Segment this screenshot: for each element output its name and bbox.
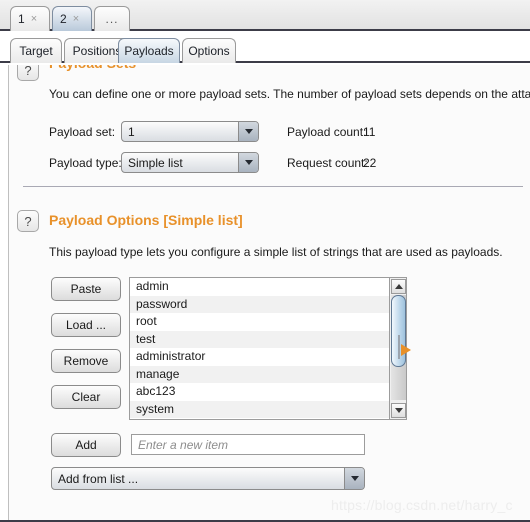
payload-options-title: Payload Options [Simple list] — [49, 212, 243, 228]
add-button[interactable]: Add — [51, 433, 121, 457]
tab-target[interactable]: Target — [10, 38, 62, 63]
tab-payloads-label: Payloads — [124, 44, 174, 58]
add-from-list-value: Add from list ... — [58, 471, 139, 486]
clear-button[interactable]: Clear — [51, 385, 121, 409]
section-divider — [23, 186, 523, 187]
clear-button-label: Clear — [71, 390, 101, 404]
request-count-value: 22 — [363, 156, 377, 170]
remove-button-label: Remove — [63, 354, 109, 368]
payload-set-value: 1 — [128, 124, 135, 139]
scroll-up-icon[interactable] — [391, 279, 406, 294]
chevron-down-icon[interactable] — [238, 122, 258, 141]
watermark: https://blog.csdn.net/harry_c — [331, 497, 513, 513]
attack-tab-strip: 1 × 2 × ... — [0, 0, 530, 31]
help-icon-payload-sets[interactable]: ? — [17, 65, 39, 81]
payload-set-select[interactable]: 1 — [121, 121, 259, 142]
new-item-input[interactable] — [131, 434, 365, 455]
list-item[interactable]: root — [130, 313, 389, 331]
payloads-panel: ? Payload Sets You can define one or mor… — [8, 65, 530, 522]
list-item[interactable]: system — [130, 400, 389, 418]
tab-target-label: Target — [19, 44, 53, 58]
chevron-down-icon[interactable] — [344, 468, 364, 489]
list-item[interactable]: test — [130, 330, 389, 348]
tab-positions-label: Positions — [72, 44, 122, 58]
payload-type-label: Payload type: — [49, 156, 122, 170]
tab-payloads[interactable]: Payloads — [118, 38, 180, 63]
load-button-label: Load ... — [65, 318, 107, 332]
attack-tab-1[interactable]: 1 × — [10, 6, 50, 31]
list-item[interactable]: manage — [130, 365, 389, 383]
payload-type-value: Simple list — [128, 155, 183, 170]
help-icon-glyph: ? — [24, 65, 32, 78]
expand-right-icon[interactable] — [401, 344, 411, 356]
list-item[interactable]: administrator — [130, 348, 389, 366]
chevron-down-icon[interactable] — [238, 153, 258, 172]
paste-button-label: Paste — [70, 282, 102, 296]
attack-tab-2-label: 2 — [60, 12, 67, 26]
payload-list[interactable]: admin password root test administrator m… — [130, 278, 389, 419]
payload-type-select[interactable]: Simple list — [121, 152, 259, 173]
add-from-list-select[interactable]: Add from list ... — [51, 467, 365, 490]
panel-splitter[interactable] — [398, 335, 400, 359]
payload-sets-description: You can define one or more payload sets.… — [49, 87, 530, 101]
ellipsis-icon: ... — [105, 12, 119, 26]
payload-options-description: This payload type lets you configure a s… — [49, 245, 503, 259]
request-count-label: Request count: — [287, 156, 368, 170]
payload-count-label: Payload count: — [287, 125, 367, 139]
payload-list-box: admin password root test administrator m… — [129, 277, 407, 420]
tab-options-label: Options — [188, 44, 230, 58]
payload-sets-title: Payload Sets — [49, 65, 136, 71]
remove-button[interactable]: Remove — [51, 349, 121, 373]
list-item[interactable]: abc123 — [130, 383, 389, 401]
close-icon[interactable]: × — [73, 13, 79, 25]
add-button-label: Add — [75, 438, 97, 452]
intruder-tab-strip: Target Positions Payloads Options — [0, 33, 530, 63]
scroll-down-icon[interactable] — [391, 403, 406, 418]
list-item[interactable]: password — [130, 295, 389, 313]
close-icon[interactable]: × — [31, 13, 37, 25]
load-button[interactable]: Load ... — [51, 313, 121, 337]
list-item[interactable]: admin — [130, 278, 389, 296]
attack-tab-1-label: 1 — [18, 12, 25, 26]
payload-count-value: 11 — [363, 125, 376, 139]
payload-set-label: Payload set: — [49, 125, 116, 139]
paste-button[interactable]: Paste — [51, 277, 121, 301]
tab-options[interactable]: Options — [182, 38, 236, 63]
help-icon-glyph: ? — [24, 213, 32, 229]
attack-tab-2[interactable]: 2 × — [52, 6, 92, 31]
attack-tab-new[interactable]: ... — [94, 6, 130, 31]
help-icon-payload-options[interactable]: ? — [17, 210, 39, 232]
